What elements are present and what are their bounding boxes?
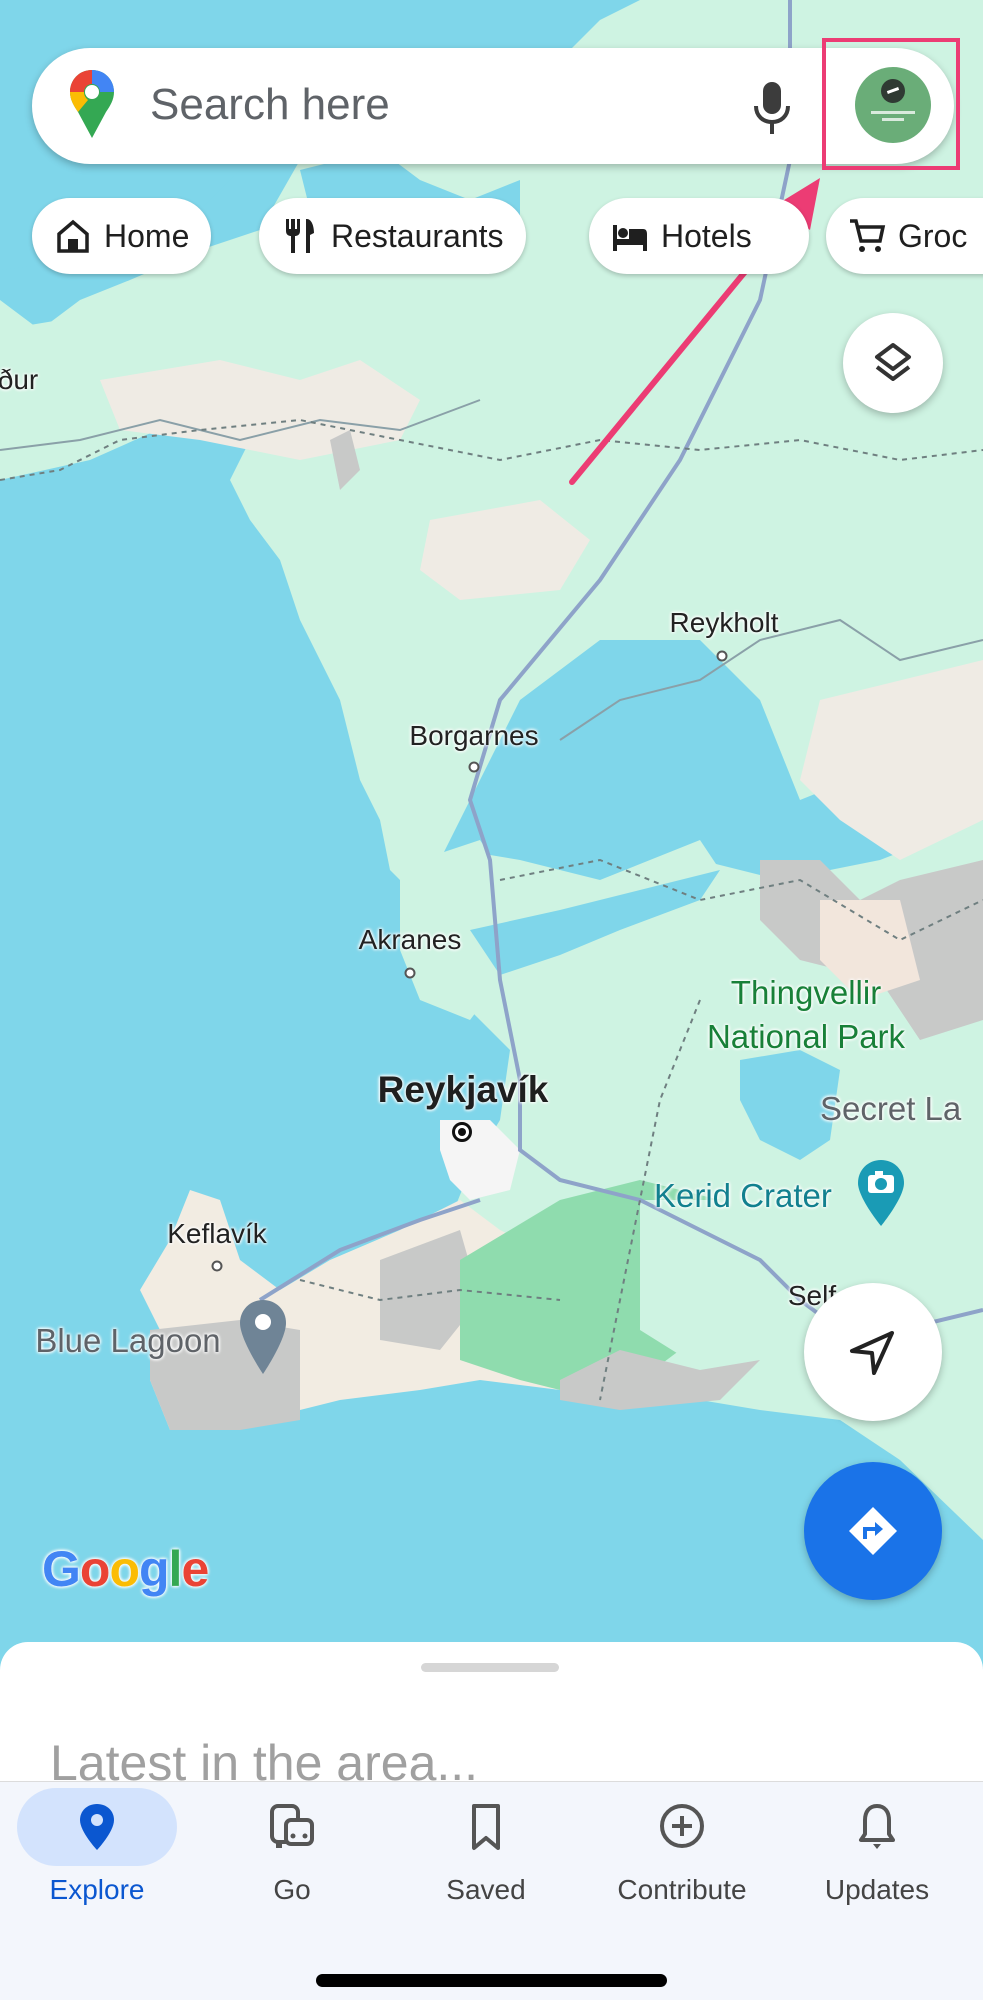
map-label-borgarnes[interactable]: Borgarnes	[409, 720, 538, 752]
my-location-button[interactable]	[804, 1283, 942, 1421]
map-label-keflavik[interactable]: Keflavík	[167, 1218, 267, 1250]
layers-button[interactable]	[843, 313, 943, 413]
nav-updates[interactable]: Updates	[787, 1788, 967, 1928]
nav-saved[interactable]: Saved	[396, 1788, 576, 1928]
map-label-akranes[interactable]: Akranes	[359, 924, 462, 956]
nav-label: Contribute	[617, 1874, 747, 1905]
nav-contribute[interactable]: Contribute	[592, 1788, 772, 1928]
navigation-arrow-icon	[850, 1331, 894, 1375]
map-label-reykjavik[interactable]: Reykjavík	[378, 1069, 549, 1111]
search-input[interactable]: Search here	[150, 80, 390, 130]
map-label-blue-lagoon[interactable]: Blue Lagoon	[35, 1322, 220, 1360]
town-marker[interactable]	[404, 967, 416, 979]
go-commute-icon	[270, 1804, 314, 1848]
nav-label: Explore	[49, 1874, 145, 1905]
town-marker[interactable]	[211, 1260, 223, 1272]
google-attribution: Google	[42, 1541, 209, 1597]
hotel-bed-icon	[613, 225, 647, 251]
map-label-reykholt[interactable]: Reykholt	[670, 607, 779, 639]
capital-marker[interactable]	[452, 1122, 472, 1142]
google-maps-logo-icon	[70, 70, 114, 138]
chip-label: Hotels	[661, 217, 752, 254]
map-label-national-park[interactable]: National Park	[707, 1018, 905, 1056]
chip-label: Groc	[898, 217, 968, 254]
map-label-kerid-crater[interactable]: Kerid Crater	[654, 1177, 832, 1215]
layers-icon	[875, 343, 911, 381]
map-label-secret-lagoon[interactable]: Secret La	[820, 1090, 961, 1128]
town-marker[interactable]	[716, 650, 728, 662]
town-marker[interactable]	[468, 761, 480, 773]
chip-restaurants[interactable]: Restaurants	[259, 198, 526, 274]
bookmark-icon	[472, 1804, 500, 1850]
home-indicator[interactable]	[316, 1974, 667, 1987]
chip-label: Restaurants	[331, 217, 504, 254]
home-icon	[57, 219, 89, 253]
place-pin-icon[interactable]	[240, 1300, 286, 1374]
map-label-thingvellir[interactable]: Thingvellir	[731, 974, 881, 1012]
directions-icon	[849, 1507, 897, 1555]
sheet-drag-handle[interactable]	[421, 1663, 559, 1672]
map-label-partial-west[interactable]: ður	[0, 364, 38, 396]
nav-explore[interactable]: Explore	[7, 1788, 187, 1928]
nav-go[interactable]: Go	[202, 1788, 382, 1928]
chip-home[interactable]: Home	[32, 198, 212, 274]
nav-label: Saved	[446, 1874, 526, 1905]
add-circle-icon	[660, 1804, 704, 1848]
directions-button[interactable]	[804, 1462, 942, 1600]
camera-pin-icon[interactable]	[858, 1160, 904, 1226]
shopping-cart-icon	[850, 219, 886, 252]
nav-label: Go	[273, 1874, 311, 1905]
chip-hotels[interactable]: Hotels	[589, 198, 809, 274]
chip-groceries[interactable]: Groc	[826, 198, 983, 274]
microphone-icon[interactable]	[752, 80, 792, 136]
bell-icon	[859, 1804, 895, 1849]
chip-label: Home	[104, 217, 190, 254]
restaurant-icon	[286, 219, 314, 253]
nav-label: Updates	[824, 1874, 930, 1905]
explore-pin-icon	[80, 1804, 114, 1850]
annotation-highlight-box	[822, 38, 960, 170]
